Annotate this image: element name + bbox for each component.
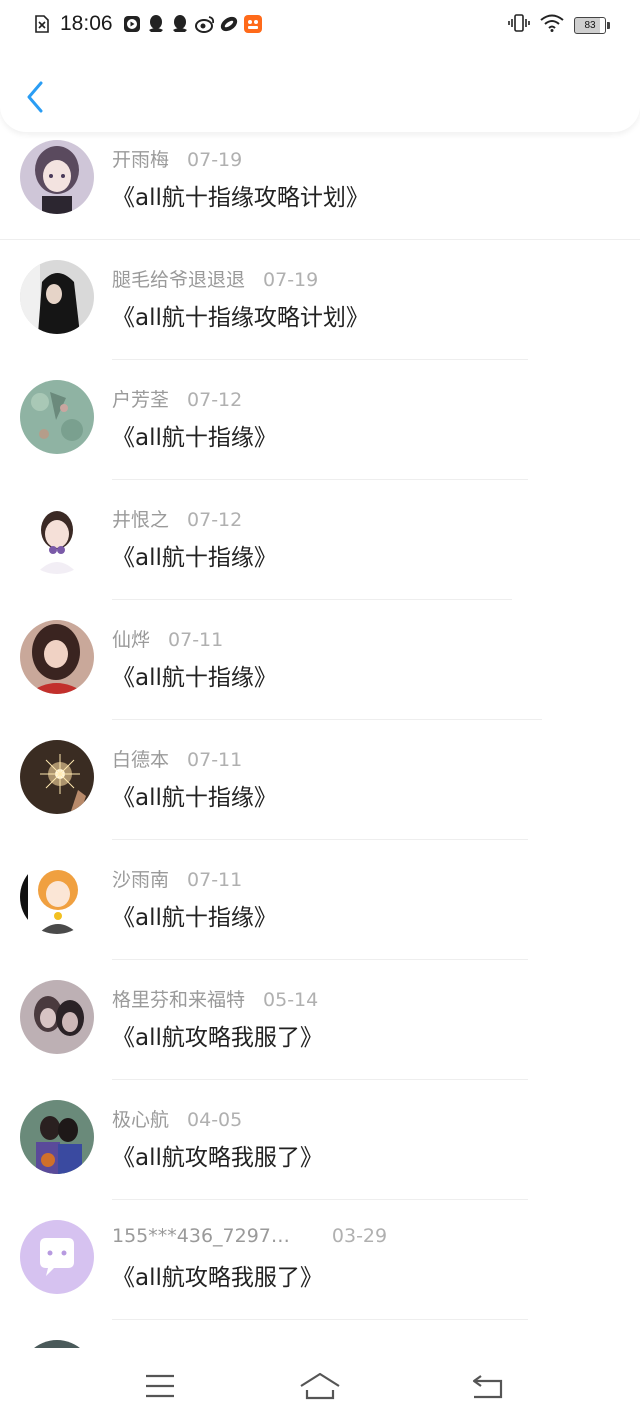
item-date: 07-12 <box>187 509 243 531</box>
screen: 开雨梅 07-19 《all航十指缘攻略计划》 腿毛给爷退退退 07-19 《all… <box>0 0 640 1423</box>
item-date: 07-11 <box>168 629 224 651</box>
item-date: 07-12 <box>187 389 243 411</box>
item-date: 07-11 <box>187 869 243 891</box>
avatar[interactable] <box>20 740 94 814</box>
item-date: 04-05 <box>187 1109 243 1131</box>
taobao-icon <box>243 14 262 34</box>
media-play-icon <box>123 14 141 34</box>
battery-icon: 83 <box>574 16 610 34</box>
item-date: 03-29 <box>331 1225 388 1247</box>
user-name[interactable]: 仙烨 <box>112 629 150 651</box>
item-meta: 155***436_7297… 03-29 <box>112 1225 387 1247</box>
avatar[interactable] <box>20 860 94 934</box>
status-bar: 18:06 83 <box>0 0 640 50</box>
item-title[interactable]: 《all航十指缘》 <box>112 538 277 572</box>
item-date: 07-19 <box>263 269 319 291</box>
return-button[interactable] <box>464 1366 512 1406</box>
chevron-left-icon <box>27 81 43 113</box>
list-item[interactable]: 极心航 04-05 《all航攻略我服了》 <box>0 1080 640 1200</box>
item-title[interactable]: 《all航十指缘》 <box>112 898 277 932</box>
status-right: 83 <box>508 14 610 36</box>
list-item[interactable]: 沙雨南 07-11 《all航十指缘》 <box>0 840 640 960</box>
menu-icon <box>146 1374 174 1398</box>
avatar[interactable] <box>20 1220 94 1294</box>
header-bar: 18:06 83 <box>0 0 640 132</box>
item-date: 07-11 <box>187 749 243 771</box>
item-meta: 仙烨 07-11 <box>112 625 223 652</box>
wifi-icon <box>540 14 564 36</box>
item-title[interactable]: 《all航十指缘》 <box>112 418 277 452</box>
user-name[interactable]: 白德本 <box>112 749 169 771</box>
item-date: 05-14 <box>263 989 319 1011</box>
list-item[interactable]: 白德本 07-11 《all航十指缘》 <box>0 720 640 840</box>
item-title[interactable]: 《all航攻略我服了》 <box>112 1258 323 1292</box>
home-icon <box>300 1372 340 1400</box>
list-item[interactable]: 户芳荃 07-12 《all航十指缘》 <box>0 360 640 480</box>
item-meta: 极心航 04-05 <box>112 1105 242 1132</box>
item-title[interactable]: 《all航十指缘攻略计划》 <box>112 178 369 212</box>
item-meta: 开雨梅 07-19 <box>112 145 242 172</box>
user-name[interactable]: 155***436_7297… <box>112 1225 290 1247</box>
user-name[interactable]: 井恨之 <box>112 509 169 531</box>
item-meta: 户芳荃 07-12 <box>112 385 242 412</box>
list-item[interactable]: 155***436_7297… 03-29 《all航攻略我服了》 <box>0 1200 640 1320</box>
item-meta: 腿毛给爷退退退 07-19 <box>112 265 318 292</box>
avatar[interactable] <box>20 140 94 214</box>
system-nav-bar <box>0 1348 640 1423</box>
list-item[interactable]: 腿毛给爷退退退 07-19 《all航十指缘攻略计划》 <box>0 240 640 360</box>
avatar[interactable] <box>20 620 94 694</box>
avatar[interactable] <box>20 1100 94 1174</box>
item-title[interactable]: 《all航十指缘》 <box>112 778 277 812</box>
user-name[interactable]: 极心航 <box>112 1109 169 1131</box>
user-name[interactable]: 户芳荃 <box>112 389 169 411</box>
item-title[interactable]: 《all航十指缘》 <box>112 658 277 692</box>
status-time: 18:06 <box>60 12 113 35</box>
avatar[interactable] <box>20 380 94 454</box>
weibo-icon <box>194 14 214 34</box>
user-name[interactable]: 腿毛给爷退退退 <box>112 269 245 291</box>
item-meta: 格里芬和来福特 05-14 <box>112 985 318 1012</box>
link-app-icon <box>219 14 237 34</box>
return-icon <box>472 1375 503 1399</box>
user-name[interactable]: 沙雨南 <box>112 869 169 891</box>
item-meta: 沙雨南 07-11 <box>112 865 242 892</box>
list-item[interactable]: 格里芬和来福特 05-14 《all航攻略我服了》 <box>0 960 640 1080</box>
item-title[interactable]: 《all航十指缘攻略计划》 <box>112 298 369 332</box>
item-meta: 白德本 07-11 <box>112 745 242 772</box>
qq-icon <box>147 14 165 34</box>
item-title[interactable]: 《all航攻略我服了》 <box>112 1018 323 1052</box>
user-name[interactable]: 开雨梅 <box>112 149 169 171</box>
status-left: 18:06 <box>34 12 262 36</box>
menu-button[interactable] <box>136 1366 184 1406</box>
list-item[interactable]: 开雨梅 07-19 《all航十指缘攻略计划》 <box>0 120 640 240</box>
item-title[interactable]: 《all航攻略我服了》 <box>112 1138 323 1172</box>
back-button[interactable] <box>18 76 52 118</box>
avatar[interactable] <box>20 500 94 574</box>
item-date: 07-19 <box>187 149 243 171</box>
sim-missing-icon <box>34 14 52 34</box>
avatar[interactable] <box>20 980 94 1054</box>
item-meta: 井恨之 07-12 <box>112 505 242 532</box>
avatar[interactable] <box>20 260 94 334</box>
home-button[interactable] <box>296 1366 344 1406</box>
qq-icon <box>171 14 189 34</box>
user-name[interactable]: 格里芬和来福特 <box>112 989 245 1011</box>
vibrate-icon <box>508 14 530 36</box>
list-item[interactable]: 井恨之 07-12 《all航十指缘》 <box>0 480 640 600</box>
list-item[interactable]: 仙烨 07-11 《all航十指缘》 <box>0 600 640 720</box>
